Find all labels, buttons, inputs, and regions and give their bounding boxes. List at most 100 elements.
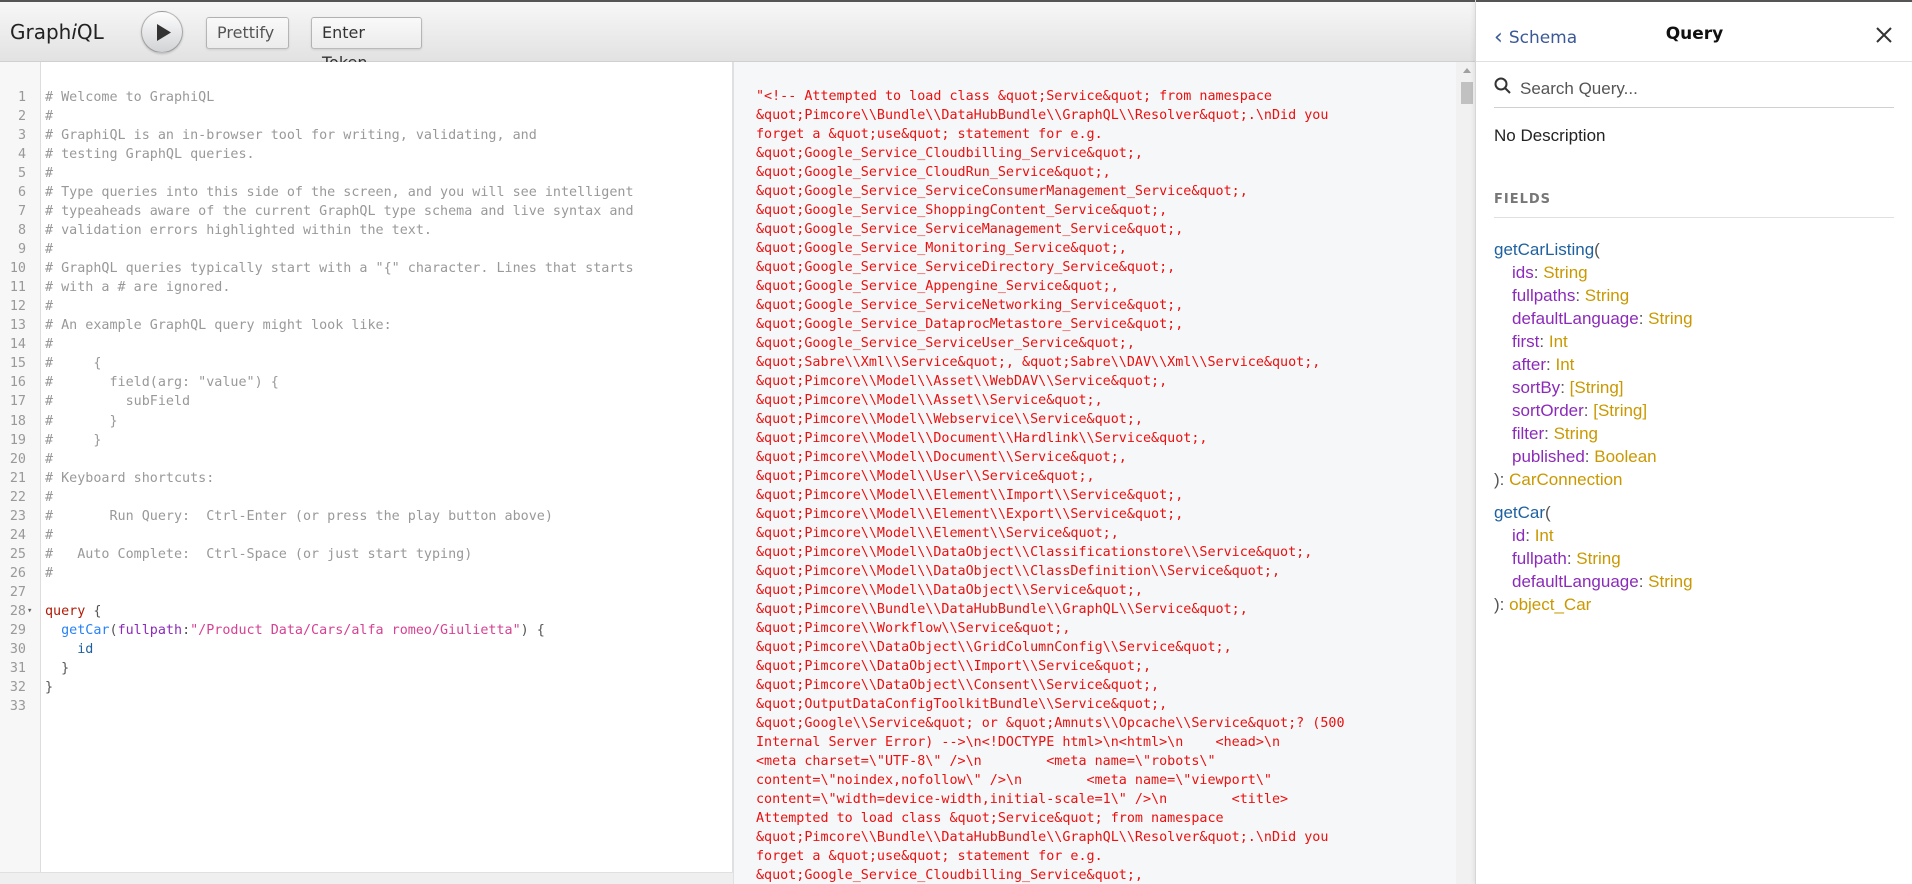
scroll-up-arrow-icon[interactable]	[1463, 68, 1471, 73]
argument-name: fullpath	[117, 622, 183, 638]
argument-type-link[interactable]: Int	[1555, 355, 1574, 374]
result-scrollbar[interactable]	[1456, 62, 1475, 884]
line-number: 11	[9, 280, 26, 296]
variables-pane-drag-bar[interactable]	[0, 872, 733, 884]
field-argument: defaultLanguage: String	[1512, 570, 1693, 593]
return-type-link[interactable]: CarConnection	[1509, 470, 1622, 489]
editor-line: 24 #	[0, 526, 733, 545]
close-docs-button[interactable]	[1875, 26, 1893, 44]
field-entry[interactable]: getCarListing(	[1494, 238, 1600, 261]
argument-type-link[interactable]: String	[1576, 549, 1620, 568]
argument-name: defaultLanguage	[1512, 309, 1639, 328]
docs-search-input[interactable]	[1520, 76, 1890, 102]
punctuation: :	[1525, 526, 1535, 545]
punctuation: :	[182, 622, 191, 638]
field-argument: sortOrder: [String]	[1512, 399, 1647, 422]
scrollbar-thumb[interactable]	[1461, 82, 1473, 104]
line-code: # Keyboard shortcuts:	[45, 470, 215, 486]
punctuation: }	[61, 660, 70, 676]
line-code: }	[45, 678, 53, 697]
field-argument: fullpaths: String	[1512, 284, 1629, 307]
line-number: 15	[9, 356, 26, 372]
editor-line: 11 # with a # are ignored.	[0, 278, 733, 297]
docs-header: ‹ Schema Query	[1476, 0, 1912, 62]
line-code: query {	[45, 602, 101, 621]
line-code: # Run Query: Ctrl-Enter (or press the pl…	[45, 508, 553, 524]
line-code: # field(arg: "value") {	[45, 375, 279, 391]
search-icon	[1494, 77, 1511, 94]
line-code: #	[45, 242, 54, 258]
docs-title: Query	[1665, 24, 1724, 44]
punctuation: ):	[1494, 470, 1510, 489]
line-number: 28	[9, 603, 26, 619]
toolbar: GraphiQL Prettify Enter Token	[0, 0, 1475, 72]
argument-type-link[interactable]: String	[1648, 572, 1692, 591]
argument-name: sortBy	[1512, 378, 1561, 397]
argument-name: defaultLanguage	[1512, 572, 1639, 591]
argument-type-link[interactable]: String	[1585, 286, 1629, 305]
line-number: 18	[9, 413, 26, 429]
punctuation: {	[85, 603, 102, 619]
punctuation: :	[1638, 309, 1649, 328]
editor-line: 3 # GraphiQL is an in-browser tool for wr…	[0, 126, 733, 145]
field-name-link[interactable]: getCar	[1494, 503, 1545, 522]
line-code: #	[45, 451, 54, 467]
line-number: 31	[9, 660, 26, 676]
punctuation: (	[1594, 240, 1600, 259]
argument-type-link[interactable]: Int	[1535, 526, 1554, 545]
field-argument: first: Int	[1512, 330, 1568, 353]
line-code: # testing GraphQL queries.	[45, 147, 255, 163]
result-text: "<!-- Attempted to load class &quot;Serv…	[756, 89, 1345, 883]
argument-name: after	[1512, 355, 1547, 374]
execute-query-button[interactable]	[141, 11, 183, 53]
editor-line: 31 }	[0, 659, 733, 678]
line-code: # An example GraphQL query might look li…	[45, 318, 392, 334]
line-number: 5	[17, 166, 26, 182]
editor-line: 29 getCar(fullpath:"/Product Data/Cars/a…	[0, 621, 733, 640]
field-argument: id: Int	[1512, 524, 1554, 547]
line-number: 4	[17, 147, 26, 163]
editor-line: 18 # }	[0, 412, 733, 431]
line-number: 3	[17, 128, 26, 144]
line-code: }	[45, 659, 69, 678]
type-description: No Description	[1494, 126, 1606, 145]
editor-line: 2 #	[0, 107, 733, 126]
line-number: 23	[9, 508, 26, 524]
field-name-link[interactable]: getCarListing	[1494, 240, 1594, 259]
line-code: #	[45, 489, 54, 505]
argument-type-link[interactable]: String	[1648, 309, 1692, 328]
punctuation: :	[1544, 424, 1554, 443]
argument-type-link[interactable]: Int	[1549, 332, 1568, 351]
result-pane: "<!-- Attempted to load class &quot;Serv…	[733, 62, 1475, 884]
line-number: 24	[9, 527, 26, 543]
enter-token-button[interactable]: Enter Token	[311, 17, 422, 72]
punctuation: (	[1545, 503, 1551, 522]
query-editor[interactable]: 1 # Welcome to GraphiQL 2 #3 # GraphiQL is a…	[0, 62, 733, 872]
line-number: 13	[9, 318, 26, 334]
line-number: 20	[9, 451, 26, 467]
argument-type-link[interactable]: [String]	[1570, 378, 1624, 397]
return-type-link[interactable]: object_Car	[1509, 595, 1591, 614]
argument-name: first	[1512, 332, 1540, 351]
field-argument: filter: String	[1512, 422, 1598, 445]
line-code: #	[45, 109, 54, 125]
argument-type-link[interactable]: [String]	[1593, 401, 1647, 420]
editor-line: 5 #	[0, 164, 733, 183]
line-code: #	[45, 565, 54, 581]
field-entry[interactable]: getCar(	[1494, 501, 1551, 524]
fold-arrow-icon[interactable]: ▾	[27, 602, 32, 621]
field-argument: sortBy: [String]	[1512, 376, 1624, 399]
field-argument: ids: String	[1512, 261, 1588, 284]
punctuation: (	[109, 622, 118, 638]
argument-type-link[interactable]: String	[1543, 263, 1587, 282]
prettify-button[interactable]: Prettify	[206, 17, 289, 49]
field-return: ): object_Car	[1494, 593, 1591, 616]
argument-type-link[interactable]: String	[1554, 424, 1598, 443]
editor-line: 14 #	[0, 335, 733, 354]
argument-name: published	[1512, 447, 1585, 466]
line-code: # }	[45, 413, 118, 429]
editor-line: 13 # An example GraphQL query might look …	[0, 316, 733, 335]
argument-name: fullpath	[1512, 549, 1567, 568]
argument-type-link[interactable]: Boolean	[1594, 447, 1656, 466]
editor-line: 4 # testing GraphQL queries.	[0, 145, 733, 164]
